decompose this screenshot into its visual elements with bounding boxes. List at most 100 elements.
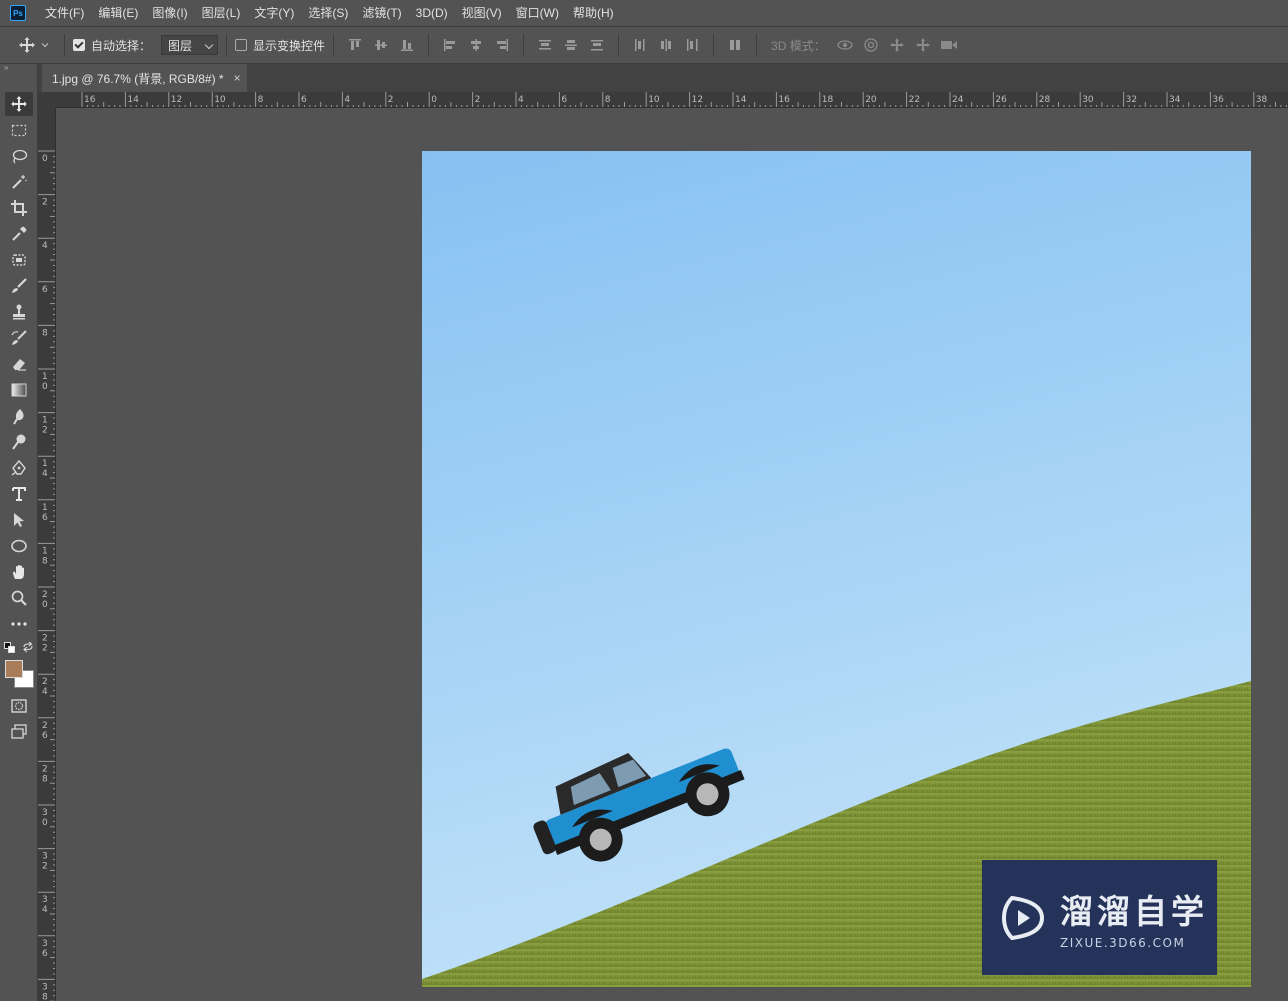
photoshop-logo-icon[interactable]: Ps: [10, 5, 26, 21]
align-horizontal-center-icon[interactable]: [463, 35, 489, 55]
menu-help[interactable]: 帮助(H): [566, 0, 621, 26]
history-brush-tool-button[interactable]: [5, 326, 33, 350]
document-workspace[interactable]: 溜溜自学 ZIXUE.3D66.COM: [56, 108, 1288, 1001]
menu-3d[interactable]: 3D(D): [409, 0, 455, 26]
ruler-label: 2: [42, 764, 48, 774]
align-vertical-center-icon[interactable]: [368, 35, 394, 55]
ruler-label: 0: [42, 382, 48, 392]
ruler-label: 8: [258, 95, 264, 105]
blur-tool-button[interactable]: [5, 404, 33, 428]
ruler-label: 1: [42, 503, 48, 513]
watermark-badge: 溜溜自学 ZIXUE.3D66.COM: [982, 860, 1217, 975]
distribute-vertical-center-icon[interactable]: [558, 35, 584, 55]
pen-icon: [11, 459, 26, 476]
panel-collapse-icon[interactable]: »: [0, 64, 37, 72]
menu-file[interactable]: 文件(F): [38, 0, 91, 26]
zoom-tool-button[interactable]: [5, 586, 33, 610]
distribute-right-icon[interactable]: [679, 35, 705, 55]
magic-wand-tool-button[interactable]: [5, 170, 33, 194]
clone-stamp-tool-button[interactable]: [5, 300, 33, 324]
vertical-ruler-ticks: 02468101214161820222426283032343638: [38, 150, 55, 1001]
crop-tool-button[interactable]: [5, 196, 33, 220]
move-tool-button[interactable]: [5, 92, 33, 116]
gradient-tool-button[interactable]: [5, 378, 33, 402]
ruler-label: 6: [301, 95, 307, 105]
vertical-ruler[interactable]: 02468101214161820222426283032343638: [38, 108, 56, 1001]
eyedropper-icon: [12, 226, 27, 241]
menu-layer[interactable]: 图层(L): [195, 0, 248, 26]
path-selection-tool-button[interactable]: [5, 508, 33, 532]
close-tab-icon[interactable]: ×: [234, 71, 241, 85]
screen-mode-icon: [11, 724, 27, 739]
show-transform-checkbox[interactable]: [235, 39, 248, 51]
watermark-url: ZIXUE.3D66.COM: [1060, 936, 1186, 950]
ruler-label: 8: [42, 328, 48, 338]
align-bottom-icon[interactable]: [394, 35, 420, 55]
tool-preset-picker[interactable]: [18, 36, 56, 54]
eyedropper-tool-button[interactable]: [5, 222, 33, 246]
ruler-label: 3: [42, 852, 48, 862]
distribute-top-icon[interactable]: [532, 35, 558, 55]
show-transform-label: 显示变换控件: [253, 38, 326, 53]
slide-3d-icon[interactable]: [910, 35, 936, 55]
ellipse-tool-button[interactable]: [5, 534, 33, 558]
document-tab[interactable]: 1.jpg @ 76.7% (背景, RGB/8#) * ×: [42, 64, 247, 92]
pan-3d-icon[interactable]: [884, 35, 910, 55]
lasso-icon: [12, 149, 28, 164]
auto-select-checkbox[interactable]: [73, 39, 85, 51]
horizontal-ruler[interactable]: 16 14 12 10 8 6 4 2 0 2 4 6 8 10 12 14 16 18 20 22 24 26 28 30 3…: [56, 92, 1288, 108]
menu-image[interactable]: 图像(I): [145, 0, 194, 26]
menu-select[interactable]: 选择(S): [301, 0, 355, 26]
distribute-left-icon[interactable]: [627, 35, 653, 55]
ruler-origin[interactable]: [38, 92, 56, 108]
ruler-label: 20: [865, 95, 877, 105]
healing-brush-icon: [12, 254, 26, 266]
type-tool-button[interactable]: [5, 482, 33, 506]
hand-tool-button[interactable]: [5, 560, 33, 584]
document-canvas[interactable]: 溜溜自学 ZIXUE.3D66.COM: [422, 151, 1251, 987]
distribute-horizontal-center-icon[interactable]: [653, 35, 679, 55]
ruler-label: 3: [42, 982, 48, 992]
ruler-label: 16: [778, 95, 790, 105]
menu-edit[interactable]: 编辑(E): [91, 0, 145, 26]
align-left-icon[interactable]: [437, 35, 463, 55]
ruler-label: 6: [42, 731, 48, 741]
menu-window[interactable]: 窗口(W): [509, 0, 566, 26]
screen-mode-button[interactable]: [5, 720, 33, 744]
align-right-icon[interactable]: [489, 35, 515, 55]
healing-brush-tool-button[interactable]: [5, 248, 33, 272]
dodge-icon: [12, 434, 26, 450]
color-swap-controls: [4, 642, 34, 656]
quick-mask-button[interactable]: [5, 694, 33, 718]
lasso-tool-button[interactable]: [5, 144, 33, 168]
history-brush-icon: [11, 330, 27, 345]
ruler-label: 4: [42, 469, 48, 479]
ruler-label: 12: [692, 95, 703, 105]
roll-3d-icon[interactable]: [858, 35, 884, 55]
ruler-label: 2: [42, 426, 48, 436]
orbit-3d-icon[interactable]: [832, 35, 858, 55]
ruler-label: 6: [42, 513, 48, 523]
distribute-bottom-icon[interactable]: [584, 35, 610, 55]
more-tools-button[interactable]: [5, 612, 33, 636]
brush-tool-button[interactable]: [5, 274, 33, 298]
foreground-color-swatch[interactable]: [5, 660, 23, 678]
dodge-tool-button[interactable]: [5, 430, 33, 454]
menu-view[interactable]: 视图(V): [455, 0, 509, 26]
separator: [618, 34, 620, 56]
auto-select-target-dropdown[interactable]: 图层: [161, 35, 219, 55]
default-colors-icon[interactable]: [4, 642, 16, 654]
ruler-label: 8: [605, 95, 611, 105]
menu-type[interactable]: 文字(Y): [247, 0, 301, 26]
swap-colors-icon[interactable]: [22, 642, 34, 654]
separator: [226, 34, 228, 56]
camera-3d-icon[interactable]: [936, 35, 962, 55]
auto-align-icon[interactable]: [722, 35, 748, 55]
eraser-tool-button[interactable]: [5, 352, 33, 376]
marquee-tool-button[interactable]: [5, 118, 33, 142]
align-top-icon[interactable]: [342, 35, 368, 55]
pen-tool-button[interactable]: [5, 456, 33, 480]
menu-filter[interactable]: 滤镜(T): [355, 0, 408, 26]
options-bar: 自动选择： 图层 显示变换控件 3D 模式：: [0, 26, 1288, 64]
ruler-label: 34: [1169, 95, 1181, 105]
